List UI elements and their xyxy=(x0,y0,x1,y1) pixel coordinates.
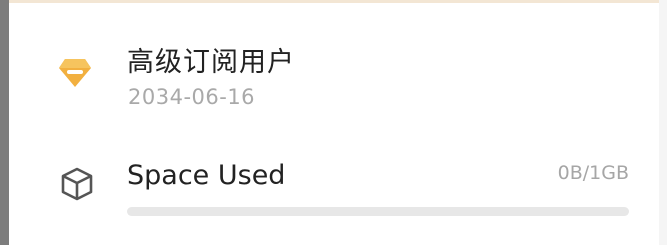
right-edge xyxy=(659,0,667,245)
left-edge xyxy=(0,0,9,245)
subscription-row[interactable]: 高级订阅用户 2034-06-16 xyxy=(9,30,659,130)
storage-row[interactable]: Space Used 0B/1GB xyxy=(9,145,659,235)
subscription-plan-label: 高级订阅用户 xyxy=(127,47,295,78)
storage-progress-bar xyxy=(127,207,629,216)
subscription-expiry-date: 2034-06-16 xyxy=(128,85,256,109)
storage-label: Space Used xyxy=(127,160,286,191)
diamond-icon xyxy=(59,59,91,87)
account-info-panel: 高级订阅用户 2034-06-16 Space Used 0B/1GB xyxy=(0,0,667,245)
top-border xyxy=(0,0,667,3)
storage-usage-text: 0B/1GB xyxy=(557,162,629,184)
box-icon xyxy=(61,167,93,201)
